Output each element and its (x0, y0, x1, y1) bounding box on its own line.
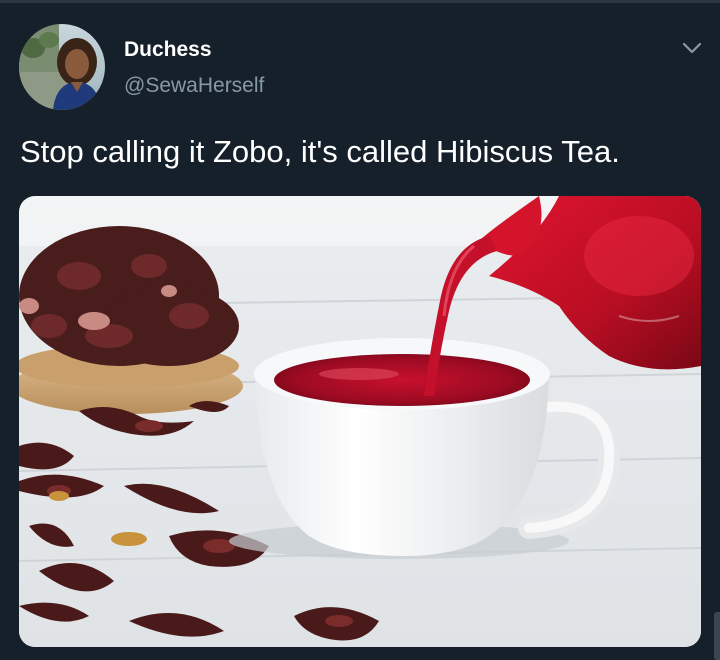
scrollbar-thumb[interactable] (714, 612, 720, 660)
hibiscus-tea-photo (19, 196, 701, 647)
tweet[interactable]: Duchess @SewaHerself Stop calling it Zob… (0, 0, 720, 660)
avatar[interactable] (19, 24, 105, 110)
display-name[interactable]: Duchess (124, 37, 264, 63)
avatar-image (19, 24, 105, 110)
tweet-media-photo[interactable] (19, 196, 701, 647)
chevron-down-icon[interactable] (680, 38, 704, 58)
user-handle[interactable]: @SewaHerself (124, 73, 264, 99)
author-block: Duchess @SewaHerself (124, 37, 264, 99)
tweet-text: Stop calling it Zobo, it's called Hibisc… (20, 134, 620, 169)
